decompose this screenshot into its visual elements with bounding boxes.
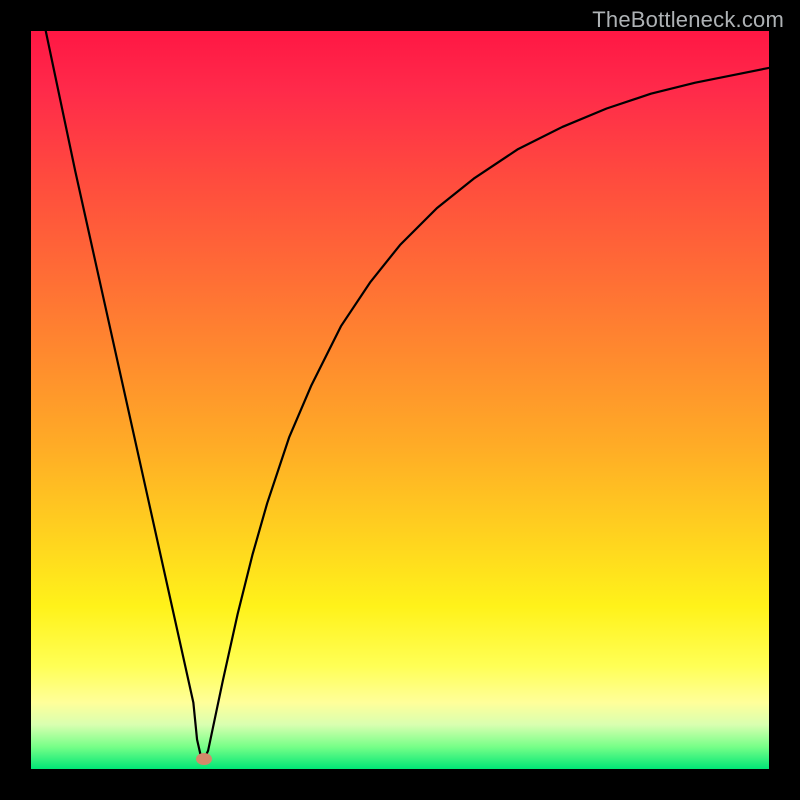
optimal-point-marker bbox=[196, 753, 212, 765]
plot-area bbox=[31, 31, 769, 769]
watermark-label: TheBottleneck.com bbox=[592, 7, 784, 33]
bottleneck-curve bbox=[31, 31, 769, 769]
chart-frame: TheBottleneck.com bbox=[0, 0, 800, 800]
